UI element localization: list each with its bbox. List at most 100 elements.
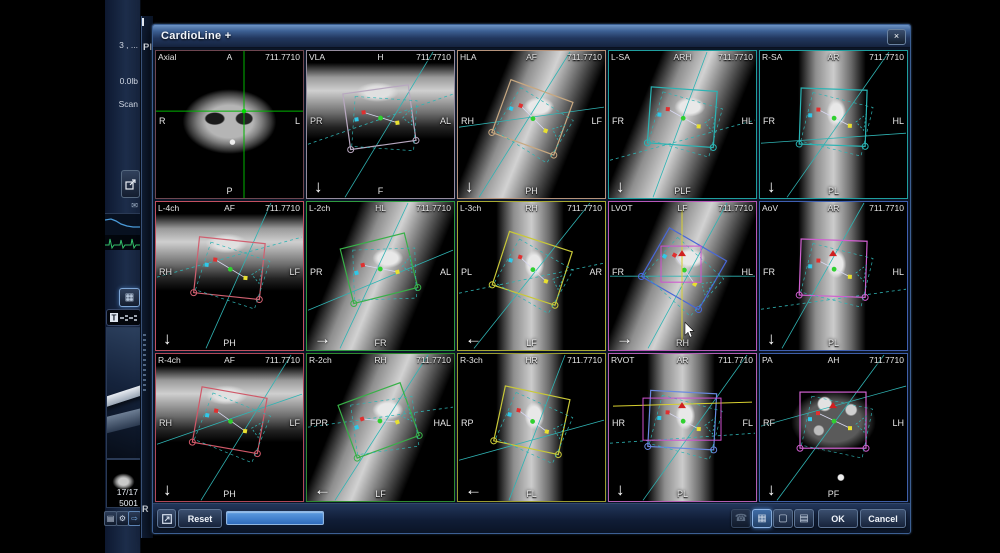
orientation-arrow: ↓: [767, 481, 776, 498]
close-icon: ×: [894, 31, 899, 41]
orientation-right-label: AL: [440, 267, 451, 277]
viewport-panel[interactable]: L-2ch HL 711.7710 PR AL FR →: [306, 201, 455, 350]
grid-layout-icon: ▦: [757, 513, 766, 524]
cancel-button[interactable]: Cancel: [860, 509, 906, 528]
orientation-right-label: HL: [892, 116, 904, 126]
series-number: 711.7710: [718, 355, 753, 365]
reset-button[interactable]: Reset: [178, 509, 222, 528]
series-number: 711.7710: [718, 203, 753, 213]
orientation-left-label: FR: [612, 267, 624, 277]
orientation-left-label: FR: [763, 116, 775, 126]
scanner-table-image: [106, 327, 141, 459]
orientation-right-label: LF: [289, 418, 300, 428]
dialog-bottombar: Reset ☎ ▦ ▢ ▤ OK Cancel: [153, 503, 910, 533]
share-icon: [125, 179, 136, 190]
orientation-right-label: HAL: [433, 418, 451, 428]
viewport-panel[interactable]: R-3ch HR 711.7710 RP FL ←: [457, 353, 606, 502]
plan-overlay: [760, 354, 907, 501]
cancel-label: Cancel: [868, 514, 898, 524]
phone-icon: ☎: [735, 513, 747, 524]
series-number: 711.7710: [869, 52, 904, 62]
orientation-left-label: R: [159, 116, 166, 126]
ecg-trace: [105, 235, 140, 250]
orientation-left-label: RH: [159, 418, 172, 428]
close-button[interactable]: ×: [887, 29, 906, 45]
logo-icon: T: [110, 313, 138, 322]
orientation-arrow: ←: [465, 330, 482, 347]
grid-layout-button[interactable]: ▦: [752, 509, 772, 528]
panel-grid: Axial A 711.7710 R L P VLA H 711.7710 PR…: [155, 50, 908, 502]
series-number: 711.7710: [416, 203, 451, 213]
window-mark: [142, 18, 144, 26]
viewport-panel[interactable]: RVOT AR 711.7710 HR FL PL ↓: [608, 353, 757, 502]
orientation-left-label: FR: [763, 267, 775, 277]
viewport-panel[interactable]: HLA AF 711.7710 RH LF PH ↓: [457, 50, 606, 199]
orientation-left-label: FPR: [310, 418, 328, 428]
orientation-right-label: AL: [440, 116, 451, 126]
orientation-right-label: HL: [741, 116, 753, 126]
orientation-arrow: ↓: [465, 178, 474, 195]
layout-grid-button[interactable]: ▦: [119, 288, 140, 307]
progress-bar[interactable]: [226, 511, 324, 525]
envelope-icon: ✉: [105, 201, 138, 210]
orientation-arrow: ←: [314, 481, 331, 498]
orientation-right-label: LF: [289, 267, 300, 277]
dialog-titlebar[interactable]: CardioLine + ×: [153, 25, 910, 48]
orientation-bottom-label: PL: [609, 489, 756, 499]
orientation-arrow: ↓: [163, 330, 172, 347]
orientation-right-label: HL: [892, 267, 904, 277]
viewport-panel[interactable]: R-2ch RH 711.7710 FPR HAL LF ←: [306, 353, 455, 502]
orientation-bottom-label: PH: [156, 489, 303, 499]
orientation-left-label: PR: [310, 267, 323, 277]
orientation-arrow: ↓: [163, 481, 172, 498]
corner-arrow-icon: [162, 514, 172, 524]
phone-mode-button[interactable]: ☎: [731, 509, 751, 528]
viewport-panel[interactable]: L-4ch AF 711.7710 RH LF PH ↓: [155, 201, 304, 350]
orientation-arrow: →: [314, 330, 331, 347]
orientation-arrow: →: [616, 330, 633, 347]
list-icon: ▤: [799, 513, 808, 524]
trend-sparkline: [105, 213, 140, 235]
orientation-right-label: LF: [591, 116, 602, 126]
orientation-bottom-label: PLF: [609, 186, 756, 196]
series-number: 711.7710: [718, 52, 753, 62]
orientation-bottom-label: P: [156, 186, 303, 196]
orientation-arrow: ↓: [767, 330, 776, 347]
plan-overlay: [760, 51, 907, 198]
series-number: 711.7710: [567, 52, 602, 62]
vendor-logo: T: [106, 309, 141, 326]
series-number: 711.7710: [567, 355, 602, 365]
dialog-title: CardioLine +: [161, 30, 232, 42]
orientation-left-label: HR: [612, 418, 625, 428]
viewport-panel[interactable]: L-3ch RH 711.7710 PL AR LF ←: [457, 201, 606, 350]
restore-layout-button[interactable]: [157, 509, 176, 528]
scanner-base: [106, 406, 141, 435]
orientation-bottom-label: PL: [760, 338, 907, 348]
orientation-right-label: L: [295, 116, 300, 126]
viewport-panel[interactable]: R-SA AR 711.7710 FR HL PL ↓: [759, 50, 908, 199]
viewport-panel[interactable]: L-SA ARH 711.7710 FR HL PLF ↓: [608, 50, 757, 199]
plan-overlay: [156, 354, 303, 501]
orientation-arrow: ←: [465, 481, 482, 498]
orientation-right-label: FL: [742, 418, 753, 428]
ok-button[interactable]: OK: [818, 509, 858, 528]
orientation-left-label: PL: [461, 267, 472, 277]
series-number: 711.7710: [416, 52, 451, 62]
viewport-panel[interactable]: PA AH 711.7710 RF LH PF ↓: [759, 353, 908, 502]
patient-weight: 0.0lb: [105, 76, 138, 86]
viewport-panel[interactable]: R-4ch AF 711.7710 RH LF PH ↓: [155, 353, 304, 502]
share-button[interactable]: [121, 170, 140, 198]
frame-icon: ▢: [778, 513, 787, 524]
viewport-panel[interactable]: LVOT LF 711.7710 FR HL RH →: [608, 201, 757, 350]
viewport-panel[interactable]: Axial A 711.7710 R L P: [155, 50, 304, 199]
svg-text:T: T: [111, 314, 116, 323]
orientation-bottom-label: PL: [760, 186, 907, 196]
background-window-label: Pl: [143, 42, 152, 53]
viewport-panel[interactable]: VLA H 711.7710 PR AL F ↓: [306, 50, 455, 199]
list-view-button[interactable]: ▤: [794, 509, 814, 528]
single-view-button[interactable]: ▢: [773, 509, 793, 528]
image-counter: 17/17: [105, 487, 138, 497]
viewport-panel[interactable]: AoV AR 711.7710 FR HL PL ↓: [759, 201, 908, 350]
plan-overlay: [307, 202, 454, 349]
monitor-icon: ▤: [107, 514, 115, 523]
